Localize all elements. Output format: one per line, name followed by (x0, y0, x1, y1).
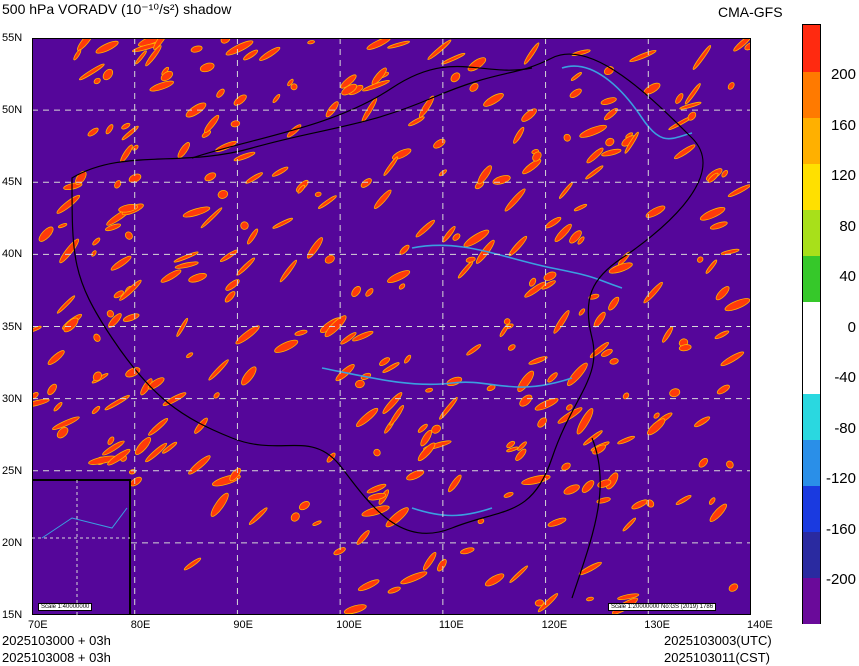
longitude-label: 120E (541, 619, 568, 631)
colorbar-label: 160 (830, 116, 856, 134)
longitude-label: 90E (233, 619, 253, 631)
longitude-label: 70E (28, 619, 48, 631)
latitude-label: 55N (2, 32, 23, 44)
colorbar-label: -40 (834, 369, 856, 386)
latitude-label: 20N (2, 536, 23, 549)
valid-time-utc: 2025103003(UTC) (664, 633, 772, 648)
longitude-label: 130E (644, 619, 670, 631)
colorbar-label: -160 (825, 520, 856, 538)
map-scale: Scale 1:20000000 No:GS (2019) 1786 (608, 603, 717, 611)
inset-scale: Scale 1:40000000 (38, 603, 93, 611)
map-title: 500 hPa VORADV (10⁻¹⁰/s²) shadow (2, 1, 232, 17)
latitude-label: 40N (2, 248, 23, 261)
latitude-label: 30N (2, 392, 23, 405)
longitude-label: 100E (336, 619, 362, 631)
colorbar-label: 40 (839, 268, 856, 285)
colorbar-label: -200 (825, 571, 856, 588)
colorbar-segment (803, 25, 820, 72)
valid-time-cst: 2025103011(CST) (664, 650, 770, 665)
latitude-label: 50N (2, 104, 23, 117)
colorbar-label: 80 (839, 217, 856, 235)
init-time-utc: 2025103000 + 03h (2, 633, 111, 648)
vorticity-map (32, 38, 751, 615)
map-background (32, 38, 751, 615)
inset-map (32, 479, 131, 615)
latitude-label: 25N (2, 464, 23, 477)
colorbar-label: -80 (834, 419, 856, 437)
colorbar-label: 0 (847, 318, 856, 336)
longitude-label: 110E (438, 619, 464, 631)
latitude-label: 45N (2, 176, 23, 189)
longitude-label: 140E (747, 619, 773, 631)
latitude-label: 15N (2, 609, 23, 621)
colorbar-label: -120 (825, 470, 856, 487)
colorbar-label: 200 (830, 66, 856, 83)
init-time-cst: 2025103008 + 03h (2, 650, 111, 665)
model-name: CMA-GFS (718, 4, 783, 20)
longitude-label: 80E (130, 619, 151, 631)
colorbar-label: 120 (830, 167, 856, 184)
latitude-label: 35N (2, 320, 23, 333)
